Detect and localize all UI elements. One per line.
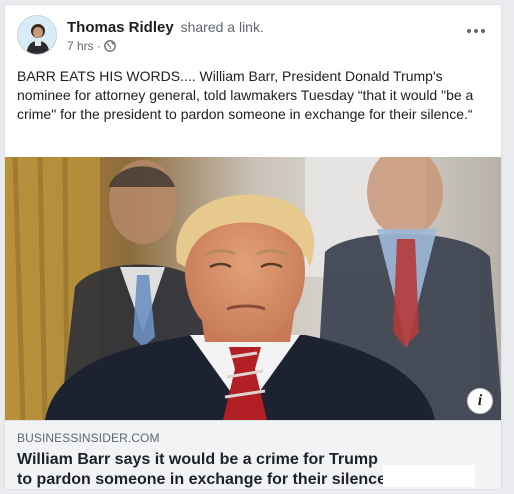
headline-redaction bbox=[383, 465, 475, 487]
more-dot bbox=[467, 29, 471, 33]
link-preview-details[interactable]: BUSINESSINSIDER.COM William Barr says it… bbox=[5, 420, 501, 489]
avatar[interactable] bbox=[17, 15, 57, 55]
press-photo bbox=[5, 157, 501, 420]
share-action-text: shared a link. bbox=[180, 19, 264, 35]
post-header: Thomas Ridley shared a link. 7 hrs · bbox=[5, 5, 501, 61]
author-name[interactable]: Thomas Ridley bbox=[67, 19, 174, 36]
more-horizontal-icon[interactable] bbox=[467, 27, 485, 35]
info-icon[interactable]: i bbox=[467, 388, 493, 414]
link-preview-image[interactable]: i bbox=[5, 157, 501, 420]
post-card: Thomas Ridley shared a link. 7 hrs · BAR… bbox=[4, 4, 502, 490]
more-dot bbox=[481, 29, 485, 33]
meta-separator: · bbox=[96, 39, 101, 53]
avatar-image bbox=[18, 16, 56, 54]
link-domain: BUSINESSINSIDER.COM bbox=[17, 431, 160, 445]
timestamp[interactable]: 7 hrs bbox=[67, 39, 94, 53]
globe-icon[interactable] bbox=[103, 40, 116, 52]
post-message: BARR EATS HIS WORDS.... William Barr, Pr… bbox=[17, 68, 474, 122]
post-meta: 7 hrs · bbox=[67, 39, 116, 53]
post-byline: Thomas Ridley shared a link. bbox=[67, 18, 264, 37]
link-headline[interactable]: William Barr says it would be a crime fo… bbox=[17, 450, 397, 489]
more-dot bbox=[474, 29, 478, 33]
